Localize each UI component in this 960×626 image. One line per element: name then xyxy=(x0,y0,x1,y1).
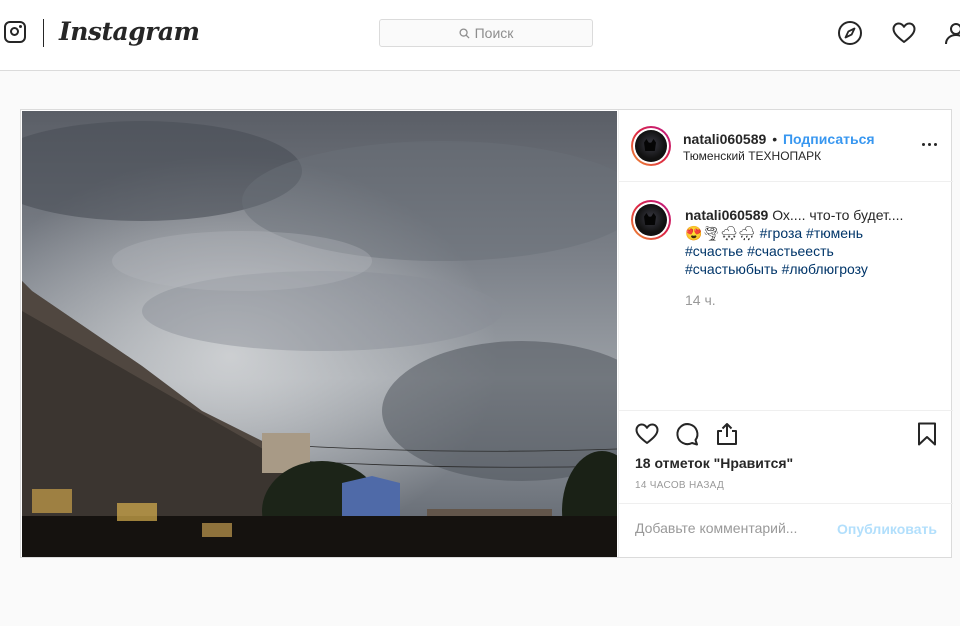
comment-bar: Опубликовать xyxy=(619,503,953,557)
like-heart-icon[interactable] xyxy=(634,421,660,447)
search-placeholder: Поиск xyxy=(474,25,514,41)
post-card: natali060589 • Подписаться Тюменский ТЕХ… xyxy=(20,109,953,558)
publish-button[interactable]: Опубликовать xyxy=(837,521,937,537)
author-line: natali060589 • Подписаться xyxy=(683,131,875,147)
post-actions xyxy=(619,410,953,450)
more-options-icon[interactable] xyxy=(919,134,939,154)
post-photo[interactable] xyxy=(22,111,617,557)
caption-block: natali060589 Ох.... что-то будет.... 😍🌪🌨… xyxy=(619,182,953,410)
comment-bubble-icon[interactable] xyxy=(674,421,700,447)
search-input[interactable]: Поиск xyxy=(379,19,593,47)
post-time-ago[interactable]: 14 ЧАСОВ НАЗАД xyxy=(635,480,724,491)
caption-time: 14 ч. xyxy=(685,292,716,308)
profile-icon[interactable] xyxy=(943,20,960,46)
separator-dot: • xyxy=(772,131,778,147)
caption-body: Ох.... что-то будет.... xyxy=(772,207,904,223)
caption-author-avatar[interactable] xyxy=(631,200,671,240)
caption-username[interactable]: natali060589 xyxy=(685,207,768,223)
post-sidebar: natali060589 • Подписаться Тюменский ТЕХ… xyxy=(618,110,953,557)
hashtags-line-2[interactable]: #счастье #счастьеесть xyxy=(685,243,834,259)
top-navigation-bar: Instagram Поиск xyxy=(0,0,960,71)
hashtags-line-1[interactable]: #гроза #тюмень xyxy=(760,225,863,241)
post-location[interactable]: Тюменский ТЕХНОПАРК xyxy=(683,149,821,163)
explore-compass-icon[interactable] xyxy=(837,20,863,46)
bookmark-icon[interactable] xyxy=(914,421,940,447)
instagram-glyph-icon[interactable] xyxy=(4,21,26,43)
author-avatar[interactable] xyxy=(631,126,671,166)
author-username[interactable]: natali060589 xyxy=(683,131,766,147)
logo-divider xyxy=(43,19,44,47)
post-header: natali060589 • Подписаться Тюменский ТЕХ… xyxy=(619,110,953,182)
hashtags-line-3[interactable]: #счастьюбыть #люблюгрозу xyxy=(685,261,868,277)
caption-emojis: 😍🌪🌨🌧 xyxy=(685,225,756,241)
share-icon[interactable] xyxy=(714,421,740,447)
activity-heart-icon[interactable] xyxy=(891,20,917,46)
instagram-wordmark[interactable]: Instagram xyxy=(59,17,200,46)
search-icon xyxy=(459,27,470,39)
likes-count[interactable]: 18 отметок "Нравится" xyxy=(635,455,793,471)
comment-input[interactable] xyxy=(635,520,835,536)
follow-button[interactable]: Подписаться xyxy=(783,131,875,147)
caption-text: natali060589 Ох.... что-то будет.... 😍🌪🌨… xyxy=(685,206,943,278)
